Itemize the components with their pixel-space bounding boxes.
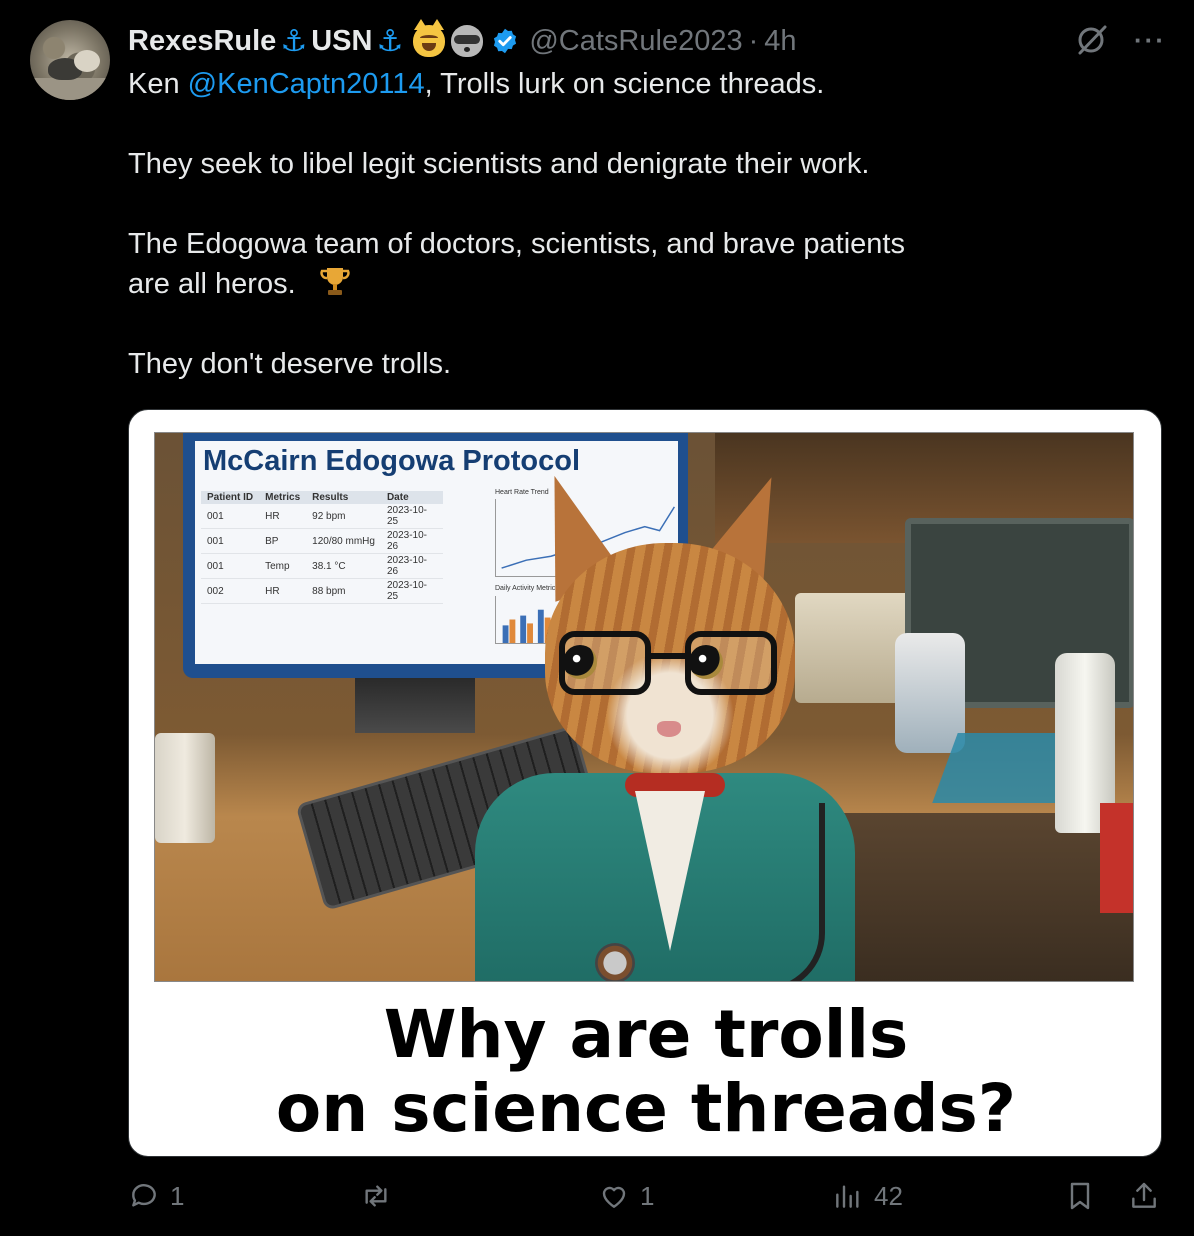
- meme-caption: Why are trolls on science threads?: [129, 996, 1161, 1147]
- text-prefix: Ken: [128, 68, 188, 100]
- trophy-icon: [319, 268, 350, 295]
- post-time[interactable]: 4h: [764, 25, 796, 58]
- repost-button[interactable]: [360, 1180, 402, 1212]
- verified-badge-icon: [494, 28, 517, 54]
- bookmark-button[interactable]: [1064, 1180, 1096, 1212]
- table-header: Results: [306, 491, 381, 504]
- meme-photo: McCairn Edogowa Protocol Patient ID Metr…: [154, 432, 1134, 982]
- table-row: 002 HR 88 bpm 2023-10-25: [201, 578, 443, 604]
- action-bar: 1 1 42: [128, 1180, 1168, 1224]
- top-actions: ···: [1074, 22, 1166, 58]
- reply-count: 1: [170, 1180, 185, 1211]
- anchor-icon: ⚓: [280, 24, 308, 58]
- table-row: 001 HR 92 bpm 2023-10-25: [201, 504, 443, 529]
- post-paragraph-2: They seek to libel legit scientists and …: [128, 148, 870, 180]
- analytics-icon: [836, 1185, 859, 1208]
- table-row: 001 BP 120/80 mmHg 2023-10-26: [201, 528, 443, 554]
- table-row: 001 Temp 38.1 °C 2023-10-26: [201, 553, 443, 579]
- post-header: RexesRule ⚓ USN ⚓ @CatsRule2023 · 4h: [128, 19, 797, 60]
- view-count: 42: [874, 1180, 903, 1211]
- post-line-1: Ken @KenCaptn20114, Trolls lurk on scien…: [128, 64, 1088, 104]
- reply-icon: [132, 1184, 156, 1207]
- reply-button[interactable]: 1: [128, 1180, 184, 1212]
- raccoon-icon: [451, 25, 484, 57]
- caption-line-1: Why are trolls: [383, 996, 909, 1073]
- media-image[interactable]: McCairn Edogowa Protocol Patient ID Metr…: [128, 409, 1162, 1157]
- post-paragraph-3-line-2: are all heros.: [128, 264, 1088, 304]
- post-paragraph-4: They don't deserve trolls.: [128, 348, 452, 380]
- heart-icon: [602, 1186, 626, 1208]
- screen-title: McCairn Edogowa Protocol: [203, 445, 581, 477]
- repost-icon: [365, 1185, 387, 1207]
- metrics-table: Patient ID Metrics Results Date 001 HR 9…: [201, 491, 443, 604]
- grok-icon[interactable]: [1074, 22, 1110, 58]
- table-header: Patient ID: [201, 491, 260, 504]
- mention-link[interactable]: @KenCaptn20114: [188, 68, 425, 100]
- display-name[interactable]: RexesRule: [128, 25, 276, 58]
- text-suffix: , Trolls lurk on science threads.: [424, 68, 825, 100]
- share-button[interactable]: [1128, 1180, 1160, 1212]
- smiling-cat-icon: [413, 19, 446, 57]
- views-button[interactable]: 42: [832, 1180, 903, 1212]
- usn-label: USN: [311, 24, 373, 57]
- separator-dot: ·: [748, 24, 759, 57]
- more-options-icon[interactable]: ···: [1134, 27, 1166, 53]
- bookmark-icon: [1070, 1182, 1090, 1210]
- anchor-icon: ⚓: [376, 24, 404, 58]
- avatar[interactable]: [30, 20, 110, 100]
- caption-line-2: on science threads?: [275, 1070, 1017, 1147]
- author-handle[interactable]: @CatsRule2023: [529, 25, 742, 58]
- share-icon: [1132, 1182, 1156, 1208]
- cat-doctor-illustration: [475, 463, 855, 981]
- table-header: Metrics: [259, 491, 307, 504]
- like-count: 1: [640, 1180, 655, 1211]
- heros-text: are all heros.: [128, 268, 296, 300]
- post-paragraph-3-line-1: The Edogowa team of doctors, scientists,…: [128, 228, 905, 260]
- table-header: Date: [380, 491, 443, 504]
- post: RexesRule ⚓ USN ⚓ @CatsRule2023 · 4h ···…: [0, 0, 1194, 1236]
- like-button[interactable]: 1: [598, 1180, 654, 1212]
